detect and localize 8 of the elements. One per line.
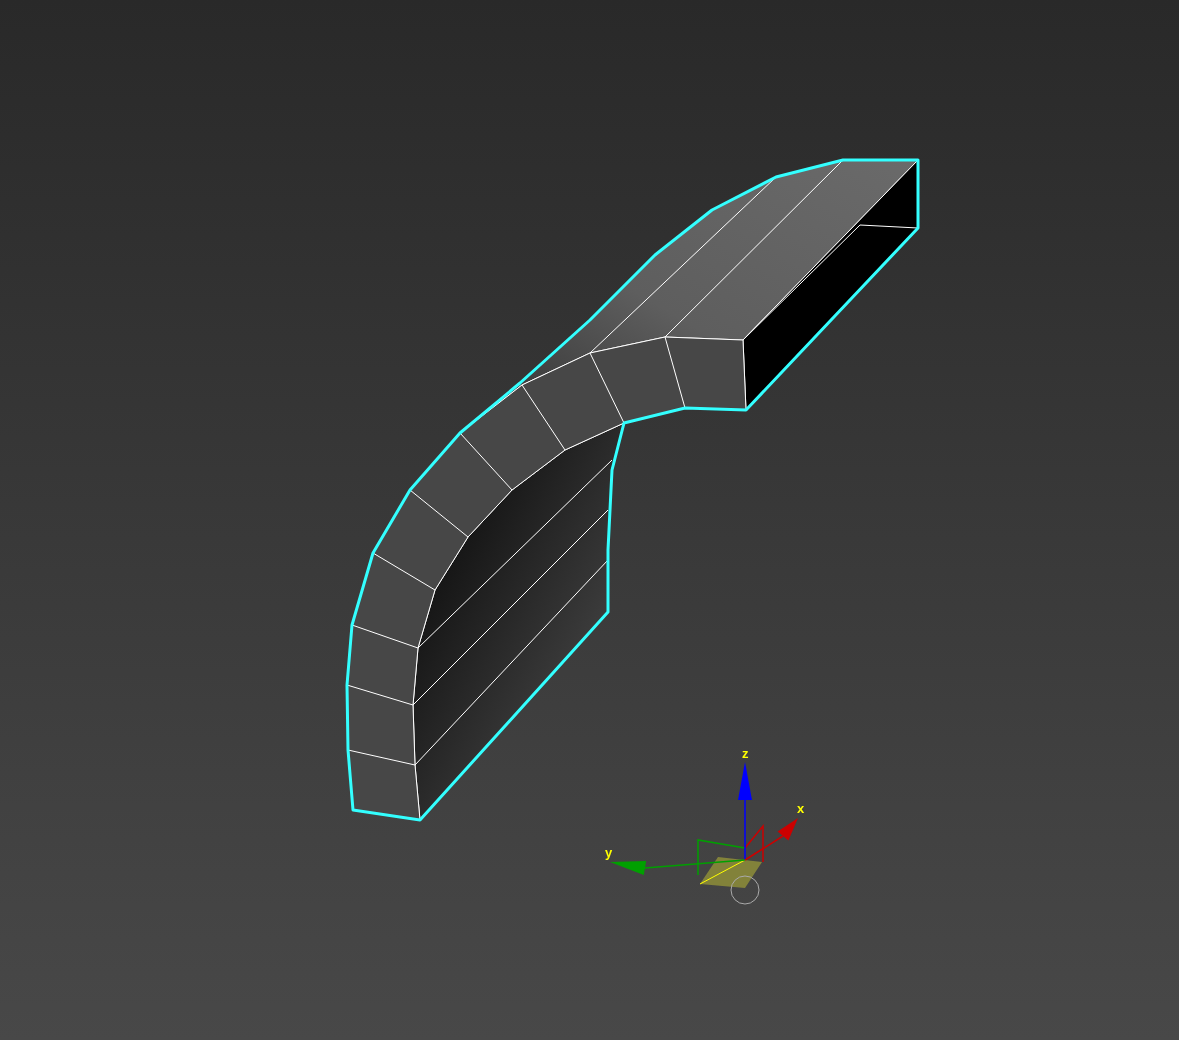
axis-arrow-icon[interactable] (744, 818, 798, 861)
3d-mesh-drawing[interactable] (345, 158, 920, 822)
axis-label: y (605, 845, 613, 860)
axis-arrow-icon[interactable] (738, 762, 752, 861)
transform-gizmo-drawing[interactable] (697, 823, 764, 905)
axis-label: x (797, 801, 805, 816)
axis-label: z (742, 746, 749, 761)
axis-arrow-icon[interactable] (610, 859, 746, 875)
